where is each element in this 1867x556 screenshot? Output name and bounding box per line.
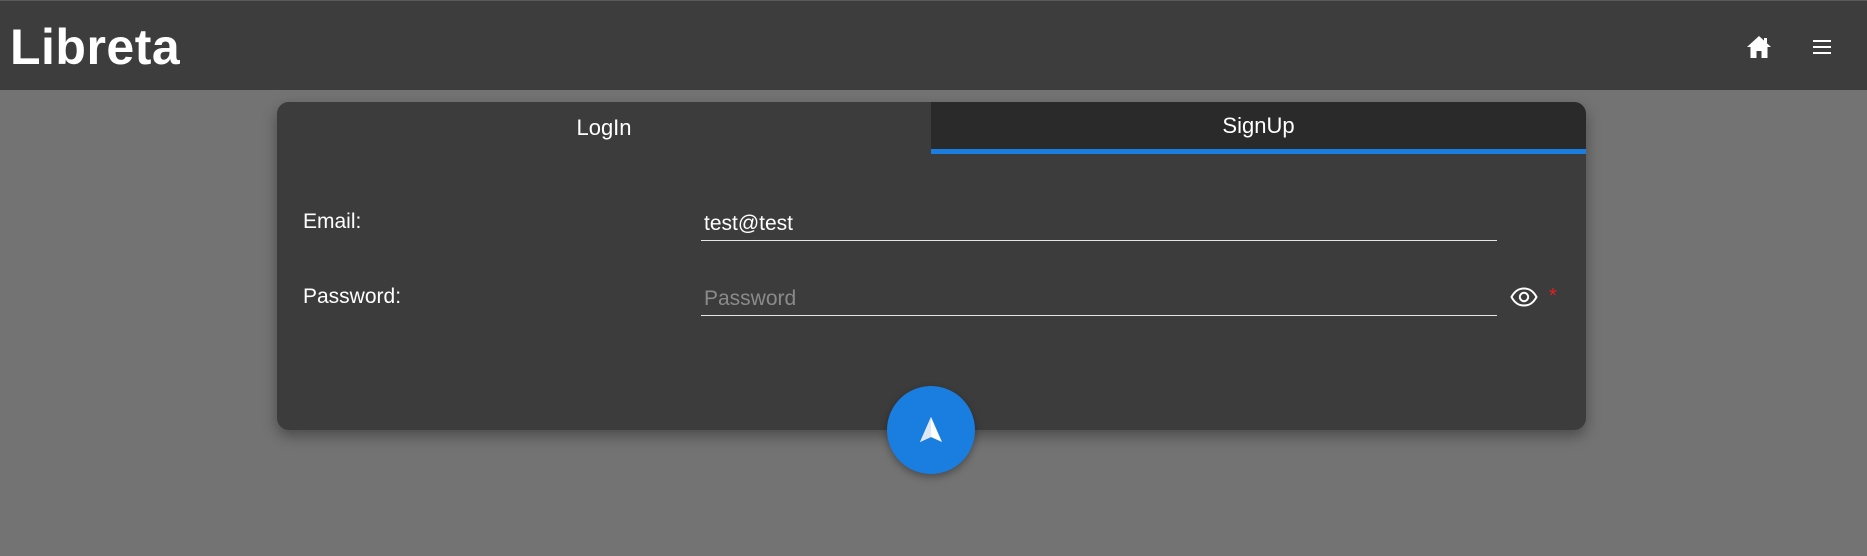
send-icon bbox=[920, 417, 942, 442]
eye-icon[interactable] bbox=[1510, 287, 1538, 307]
menu-icon[interactable] bbox=[1813, 38, 1831, 56]
submit-button[interactable] bbox=[887, 386, 975, 474]
password-field[interactable] bbox=[701, 282, 1497, 316]
top-bar: Libreta bbox=[0, 0, 1867, 90]
email-field[interactable] bbox=[701, 207, 1497, 241]
tab-login[interactable]: LogIn bbox=[277, 102, 931, 154]
app-title[interactable]: Libreta bbox=[10, 19, 180, 75]
tab-signup[interactable]: SignUp bbox=[931, 102, 1586, 154]
email-label: Email: bbox=[303, 210, 362, 233]
password-label: Password: bbox=[303, 285, 402, 308]
auth-card: LogIn SignUp Email: Password: * bbox=[277, 102, 1586, 430]
home-icon[interactable] bbox=[1746, 35, 1772, 59]
required-indicator: * bbox=[1549, 285, 1557, 307]
